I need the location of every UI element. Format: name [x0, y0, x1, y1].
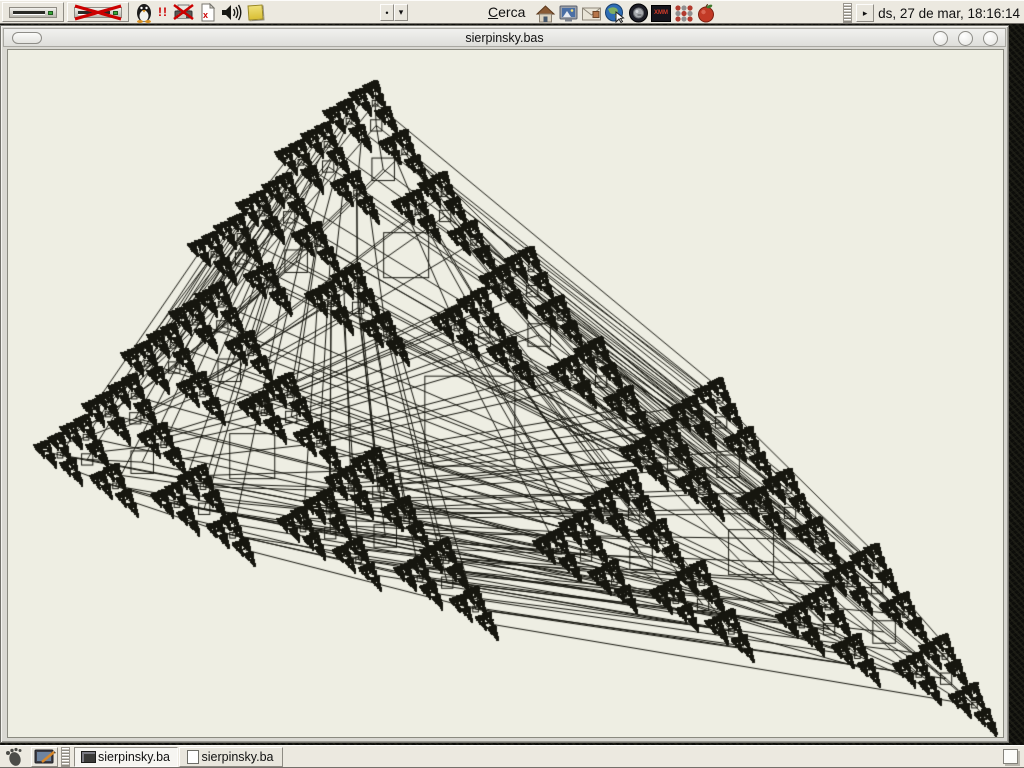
envelope-icon: [581, 5, 602, 22]
balls-launcher[interactable]: [673, 4, 694, 23]
document-error-icon: x: [200, 3, 216, 22]
round-coin-icon: [628, 3, 649, 23]
penguin-monitor-applet[interactable]: [134, 2, 154, 23]
close-button[interactable]: [983, 31, 998, 46]
penguin-icon: [134, 2, 154, 23]
stacked-balls-icon: [673, 4, 694, 23]
red-cross-icon: [69, 4, 127, 21]
xmms-label: XMM: [654, 10, 668, 16]
monitor-pencil-icon: [34, 749, 56, 765]
task-label: sierpinsky.ba: [98, 750, 170, 764]
search-button[interactable]: Cerca: [488, 4, 525, 20]
apple-launcher[interactable]: [696, 3, 716, 23]
task-button-active[interactable]: sierpinsky.ba: [74, 747, 178, 767]
window-title: sierpinsky.bas: [4, 31, 1005, 45]
terminal-icon: [81, 751, 96, 763]
top-panel: !! x • ▾ Cerca: [0, 0, 1024, 24]
drive-slot: [13, 11, 45, 15]
coin-launcher[interactable]: [628, 3, 649, 23]
panel-handle[interactable]: [843, 3, 852, 23]
dot-button[interactable]: •: [380, 4, 394, 21]
drive-mount-applet[interactable]: [2, 2, 64, 22]
document-icon: [187, 750, 199, 764]
window-content: [7, 49, 1004, 738]
window-titlebar[interactable]: sierpinsky.bas: [3, 28, 1006, 47]
desk-guide-button[interactable]: [31, 747, 58, 767]
task-label: sierpinsky.ba: [201, 750, 273, 764]
volume-applet[interactable]: [220, 3, 244, 22]
home-launcher[interactable]: [535, 4, 556, 23]
task-button[interactable]: sierpinsky.ba: [179, 747, 283, 767]
sticky-note-icon: [247, 4, 263, 20]
alert-text: !!: [158, 5, 168, 19]
maximize-button[interactable]: [958, 31, 973, 46]
minimize-button[interactable]: [933, 31, 948, 46]
svg-text:x: x: [203, 10, 208, 20]
app-window: sierpinsky.bas: [0, 25, 1009, 743]
document-applet[interactable]: x: [200, 3, 216, 22]
bottom-panel: sierpinsky.ba sierpinsky.ba: [0, 745, 1024, 768]
gnome-foot-icon: [4, 746, 26, 767]
search-accel: C: [488, 4, 498, 20]
drive-led: [48, 11, 53, 15]
show-desktop-button[interactable]: [1003, 749, 1018, 764]
applet-arrow-button[interactable]: ▸: [856, 4, 874, 22]
dropdown-button[interactable]: ▾: [394, 4, 408, 21]
notes-applet[interactable]: [248, 5, 263, 20]
drive-face-icon: [9, 7, 57, 18]
globe-cursor-icon: [604, 3, 626, 23]
drive-unmount-applet[interactable]: [67, 2, 129, 22]
monitor-picture-icon: [558, 4, 579, 23]
screenshot-launcher[interactable]: [558, 4, 579, 23]
tasklist-handle[interactable]: [61, 747, 70, 767]
pager-applet: • ▾: [380, 4, 408, 21]
launcher-group: XMM: [534, 2, 717, 24]
apple-icon: [696, 3, 716, 23]
mail-launcher[interactable]: [581, 5, 602, 22]
search-rest: erca: [498, 4, 525, 20]
window-controls: [933, 31, 998, 46]
speaker-icon: [220, 3, 244, 22]
fractal-canvas: [8, 50, 1003, 737]
panel-right-group: ▸ ds, 27 de mar, 18:16:14: [843, 3, 1022, 23]
xmms-launcher[interactable]: XMM: [651, 5, 671, 22]
clock-applet: ds, 27 de mar, 18:16:14: [878, 6, 1022, 21]
printer-applet[interactable]: [172, 3, 196, 22]
browser-launcher[interactable]: [604, 3, 626, 23]
main-menu-button[interactable]: [4, 746, 26, 767]
home-icon: [535, 4, 556, 23]
printer-error-icon: [172, 3, 196, 22]
